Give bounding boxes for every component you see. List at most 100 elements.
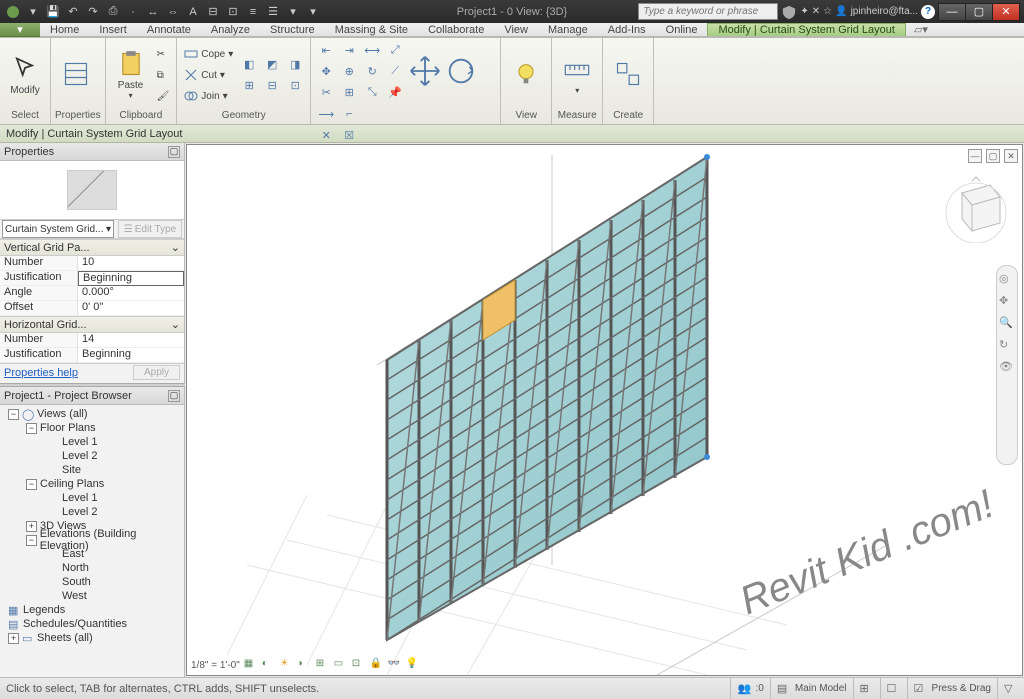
array-tool-icon[interactable]: ⊞ <box>338 82 360 102</box>
section-horizontal-grid[interactable]: Horizontal Grid...⌄ <box>0 316 184 333</box>
edit-type-button[interactable]: ☰Edit Type <box>118 220 182 238</box>
tab-structure[interactable]: Structure <box>260 24 325 36</box>
visual-style-icon[interactable]: ◐ <box>262 658 276 672</box>
prop-justification-h[interactable]: JustificationBeginning <box>0 348 184 363</box>
status-filter[interactable]: ▽ <box>997 678 1024 699</box>
save-icon[interactable]: 💾 <box>44 3 62 21</box>
text-icon[interactable]: A <box>184 3 202 21</box>
tab-online[interactable]: Online <box>656 24 708 36</box>
move-tool-icon[interactable]: ✥ <box>315 61 337 81</box>
tree-west[interactable]: West <box>0 589 184 603</box>
unpin-icon[interactable]: ✕ <box>315 125 337 145</box>
panel-toggle-icon[interactable]: ▱▾ <box>906 23 936 36</box>
tab-home[interactable]: Home <box>40 24 89 36</box>
split-tool-icon[interactable]: ✂ <box>315 82 337 102</box>
copy-tool-icon[interactable]: ⊕ <box>338 61 360 81</box>
steering-wheel-icon[interactable]: ◎ <box>999 272 1015 288</box>
crop-view-icon[interactable]: ▭ <box>334 658 348 672</box>
view-scale[interactable]: 1/8" = 1'-0" <box>191 660 240 671</box>
viewport-3d[interactable]: Revit Kid .com! — ▢ ✕ ◎ ✥ 🔍 ↻ 👁 1/8" = 1… <box>186 144 1023 676</box>
tag-icon[interactable]: ⊡ <box>224 3 242 21</box>
open-icon[interactable]: ▾ <box>24 3 42 21</box>
section-icon[interactable]: ≡ <box>244 3 262 21</box>
tree-schedules[interactable]: ▤Schedules/Quantities <box>0 617 184 631</box>
view-minimize-icon[interactable]: — <box>968 149 982 163</box>
geom-extra-icon[interactable]: ⊡ <box>284 76 306 96</box>
corner-trim-icon[interactable]: ⌐ <box>338 104 360 124</box>
matchtype-button[interactable]: 🖌 <box>154 86 173 106</box>
prop-angle-v[interactable]: Angle0.000° <box>0 286 184 301</box>
pin-tool-icon[interactable]: 📌 <box>384 82 406 102</box>
wall-opening-icon[interactable]: ⊞ <box>238 76 260 96</box>
scale-tool-icon[interactable]: ⤡ <box>361 82 383 102</box>
rotate-big-icon[interactable] <box>444 54 478 88</box>
split-face-icon[interactable]: ◧ <box>238 55 260 75</box>
type-selector[interactable]: Curtain System Grid...▾ <box>2 220 114 238</box>
favorite-icon[interactable]: ☆ <box>823 6 832 17</box>
rotate-tool-icon[interactable]: ↻ <box>361 61 383 81</box>
exchange-icon[interactable]: ✕ <box>812 6 820 17</box>
properties-close-icon[interactable]: ▢ <box>168 146 180 158</box>
demolish-icon[interactable]: ◨ <box>284 55 306 75</box>
zoom-icon[interactable]: 🔍 <box>999 316 1015 332</box>
join-button[interactable]: Join ▾ <box>181 86 236 106</box>
sun-path-icon[interactable]: ☀ <box>280 658 294 672</box>
expand-icon[interactable]: + <box>26 521 37 532</box>
prop-number-h[interactable]: Number14 <box>0 333 184 348</box>
thin-lines-icon[interactable]: ☰ <box>264 3 282 21</box>
minimize-button[interactable]: — <box>938 3 966 21</box>
close-views-icon[interactable]: ▾ <box>284 3 302 21</box>
status-editable-only[interactable]: ☐ <box>880 678 907 699</box>
section-vertical-grid[interactable]: Vertical Grid Pa...⌄ <box>0 239 184 256</box>
collapse-icon[interactable]: − <box>8 409 19 420</box>
prop-number-v[interactable]: Number10 <box>0 256 184 271</box>
tree-level2-cp[interactable]: Level 2 <box>0 505 184 519</box>
extend-icon[interactable]: ⟶ <box>315 104 337 124</box>
rendering-icon[interactable]: ⊞ <box>316 658 330 672</box>
lock-3d-icon[interactable]: 🔒 <box>370 658 384 672</box>
cope-button[interactable]: Cope ▾ <box>181 44 236 64</box>
tree-sheets[interactable]: +▭Sheets (all) <box>0 631 184 645</box>
tab-addins[interactable]: Add-Ins <box>598 24 656 36</box>
signin-icon[interactable]: 👤 <box>835 6 847 17</box>
properties-help-link[interactable]: Properties help <box>4 367 78 379</box>
tab-view[interactable]: View <box>494 24 538 36</box>
paint-icon[interactable]: ◩ <box>261 55 283 75</box>
tree-views-root[interactable]: −◯Views (all) <box>0 407 184 421</box>
search-icon[interactable] <box>782 5 796 19</box>
modify-tool-button[interactable]: Modify <box>4 42 46 108</box>
prop-justification-v[interactable]: JustificationBeginning <box>0 271 184 286</box>
redo-icon[interactable]: ↷ <box>84 3 102 21</box>
measure-icon[interactable]: ↔ <box>144 3 162 21</box>
paste-button[interactable]: Paste ▾ <box>110 42 152 108</box>
tab-manage[interactable]: Manage <box>538 24 598 36</box>
mirror-axis-icon[interactable]: ⟷ <box>361 40 383 60</box>
apply-button[interactable]: Apply <box>133 365 180 380</box>
status-model[interactable]: ▤Main Model <box>770 678 853 699</box>
beam-join-icon[interactable]: ⊟ <box>261 76 283 96</box>
tab-analyze[interactable]: Analyze <box>201 24 260 36</box>
username[interactable]: jpinheiro@fta... <box>851 6 918 17</box>
cut-geom-button[interactable]: Cut ▾ <box>181 65 236 85</box>
tab-modify-context[interactable]: Modify | Curtain System Grid Layout <box>707 23 905 36</box>
copy-clipboard-button[interactable]: ⧉ <box>154 65 173 85</box>
properties-title-bar[interactable]: Properties ▢ <box>0 143 184 161</box>
tree-legends[interactable]: ▦Legends <box>0 603 184 617</box>
detail-level-icon[interactable]: ▦ <box>244 658 258 672</box>
pan-icon[interactable]: ✥ <box>999 294 1015 310</box>
view-close-icon[interactable]: ✕ <box>1004 149 1018 163</box>
help-icon[interactable]: ? <box>921 5 935 19</box>
tree-site[interactable]: Site <box>0 463 184 477</box>
prop-offset-v[interactable]: Offset0' 0" <box>0 301 184 316</box>
mirror-draw-icon[interactable]: ⤢ <box>384 40 406 60</box>
shadows-icon[interactable]: ◗ <box>298 658 312 672</box>
collapse-icon[interactable]: − <box>26 479 37 490</box>
offset-tool-icon[interactable]: ⇥ <box>338 40 360 60</box>
app-menu-button[interactable] <box>4 3 22 21</box>
switch-windows-icon[interactable]: ▾ <box>304 3 322 21</box>
maximize-button[interactable]: ▢ <box>965 3 993 21</box>
trim-tool-icon[interactable]: ⟋ <box>384 61 406 81</box>
view-button[interactable] <box>505 42 547 108</box>
print-icon[interactable]: ⎙ <box>104 3 122 21</box>
tab-massing-site[interactable]: Massing & Site <box>325 24 418 36</box>
